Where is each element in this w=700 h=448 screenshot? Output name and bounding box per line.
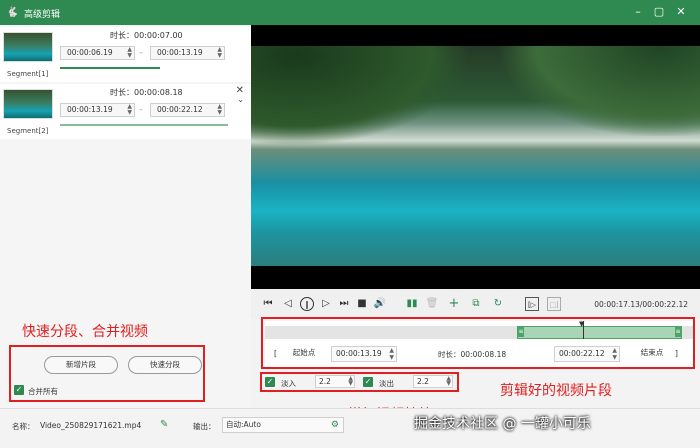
- stop-icon[interactable]: ■: [355, 297, 369, 311]
- reset-icon[interactable]: ↻: [491, 297, 505, 311]
- pause-icon[interactable]: ‖: [300, 297, 314, 311]
- step-back-icon[interactable]: ◁: [281, 297, 295, 311]
- delete-icon[interactable]: 🗑: [425, 297, 439, 311]
- name-label: 名称：: [12, 422, 35, 431]
- watermark: 掘金技术社区 @ 一罐小可乐: [414, 416, 591, 432]
- edit-icon[interactable]: ✎: [160, 419, 168, 430]
- segment-duration: 时长：00:00:07.00: [110, 31, 183, 40]
- segment-label: Segment[2]: [7, 127, 49, 135]
- maximize-icon[interactable]: ▢: [651, 4, 667, 20]
- chevron-down-icon[interactable]: ⌄: [237, 95, 244, 104]
- skip-start-icon[interactable]: ⏮: [261, 297, 275, 311]
- segment-start-time[interactable]: 00:00:06.19 ▲ ▼: [60, 46, 135, 60]
- annotation-box: [261, 317, 695, 369]
- skip-end-icon[interactable]: ⏭: [337, 297, 351, 311]
- segment-thumbnail: [3, 89, 53, 119]
- video-frame: [251, 46, 700, 266]
- file-name: Video_250829171621.mp4: [40, 421, 142, 430]
- time-display: 00:00:17.13/00:00:22.12: [594, 300, 688, 309]
- annotation-split-merge: 快速分段、合并视频: [22, 324, 148, 340]
- rabbit-logo-icon: 🐇: [6, 7, 19, 18]
- minimize-icon[interactable]: –: [630, 4, 646, 20]
- bottom-bar: 名称： Video_250829171621.mp4 ✎ 输出： 自动:Auto…: [0, 408, 700, 448]
- segment-separator: –: [139, 48, 143, 57]
- segment-end-time[interactable]: 00:00:22.12 ▲ ▼: [150, 103, 225, 117]
- quick-split-button[interactable]: 快速分段: [128, 356, 202, 374]
- video-preview: [251, 25, 700, 289]
- mark-out-icon[interactable]: □]: [547, 297, 561, 311]
- segment-duration: 时长：00:00:08.18: [110, 88, 183, 97]
- volume-icon[interactable]: 🔊: [373, 297, 387, 311]
- annotation-clips: 剪辑好的视频片段: [500, 383, 612, 399]
- player-controls: ⏮ ◁ ‖ ▷ ⏭ ■ 🔊 ▮▮ 🗑 + ⧉ ↻ [▷ □] 00:00:17.…: [251, 289, 700, 319]
- gear-icon[interactable]: ⚙: [331, 418, 339, 432]
- segment-item[interactable]: Segment[2] 时长：00:00:08.18 00:00:13.19 ▲ ▼ …: [0, 84, 251, 139]
- segment-item[interactable]: Segment[1] 时长：00:00:07.00 00:00:06.19 ▲ ▼ …: [0, 27, 251, 82]
- output-label: 输出：: [193, 422, 216, 431]
- title-bar: 🐇 高级剪辑 – ▢ ✕: [0, 0, 700, 25]
- step-forward-icon[interactable]: ▷: [319, 297, 333, 311]
- segment-end-time[interactable]: 00:00:13.19 ▲ ▼: [150, 46, 225, 60]
- add-icon[interactable]: +: [447, 297, 461, 311]
- annotation-box: [260, 372, 459, 392]
- add-segment-button[interactable]: 新增片段: [44, 356, 118, 374]
- split-icon[interactable]: ▮▮: [405, 297, 419, 311]
- segment-separator: –: [139, 105, 143, 114]
- copy-icon[interactable]: ⧉: [469, 297, 483, 311]
- segment-start-time[interactable]: 00:00:13.19 ▲ ▼: [60, 103, 135, 117]
- merge-all-label: 合并所有: [28, 387, 58, 396]
- close-icon[interactable]: ✕: [673, 4, 689, 20]
- window-title: 高级剪辑: [24, 10, 61, 20]
- segment-progress: [60, 124, 228, 126]
- segment-label: Segment[1]: [7, 70, 49, 78]
- merge-all-checkbox[interactable]: ✓: [14, 385, 24, 395]
- segment-thumbnail: [3, 32, 53, 62]
- output-field[interactable]: 自动:Auto ⚙: [222, 417, 344, 433]
- mark-in-icon[interactable]: [▷: [525, 297, 539, 311]
- segment-progress: [60, 67, 160, 69]
